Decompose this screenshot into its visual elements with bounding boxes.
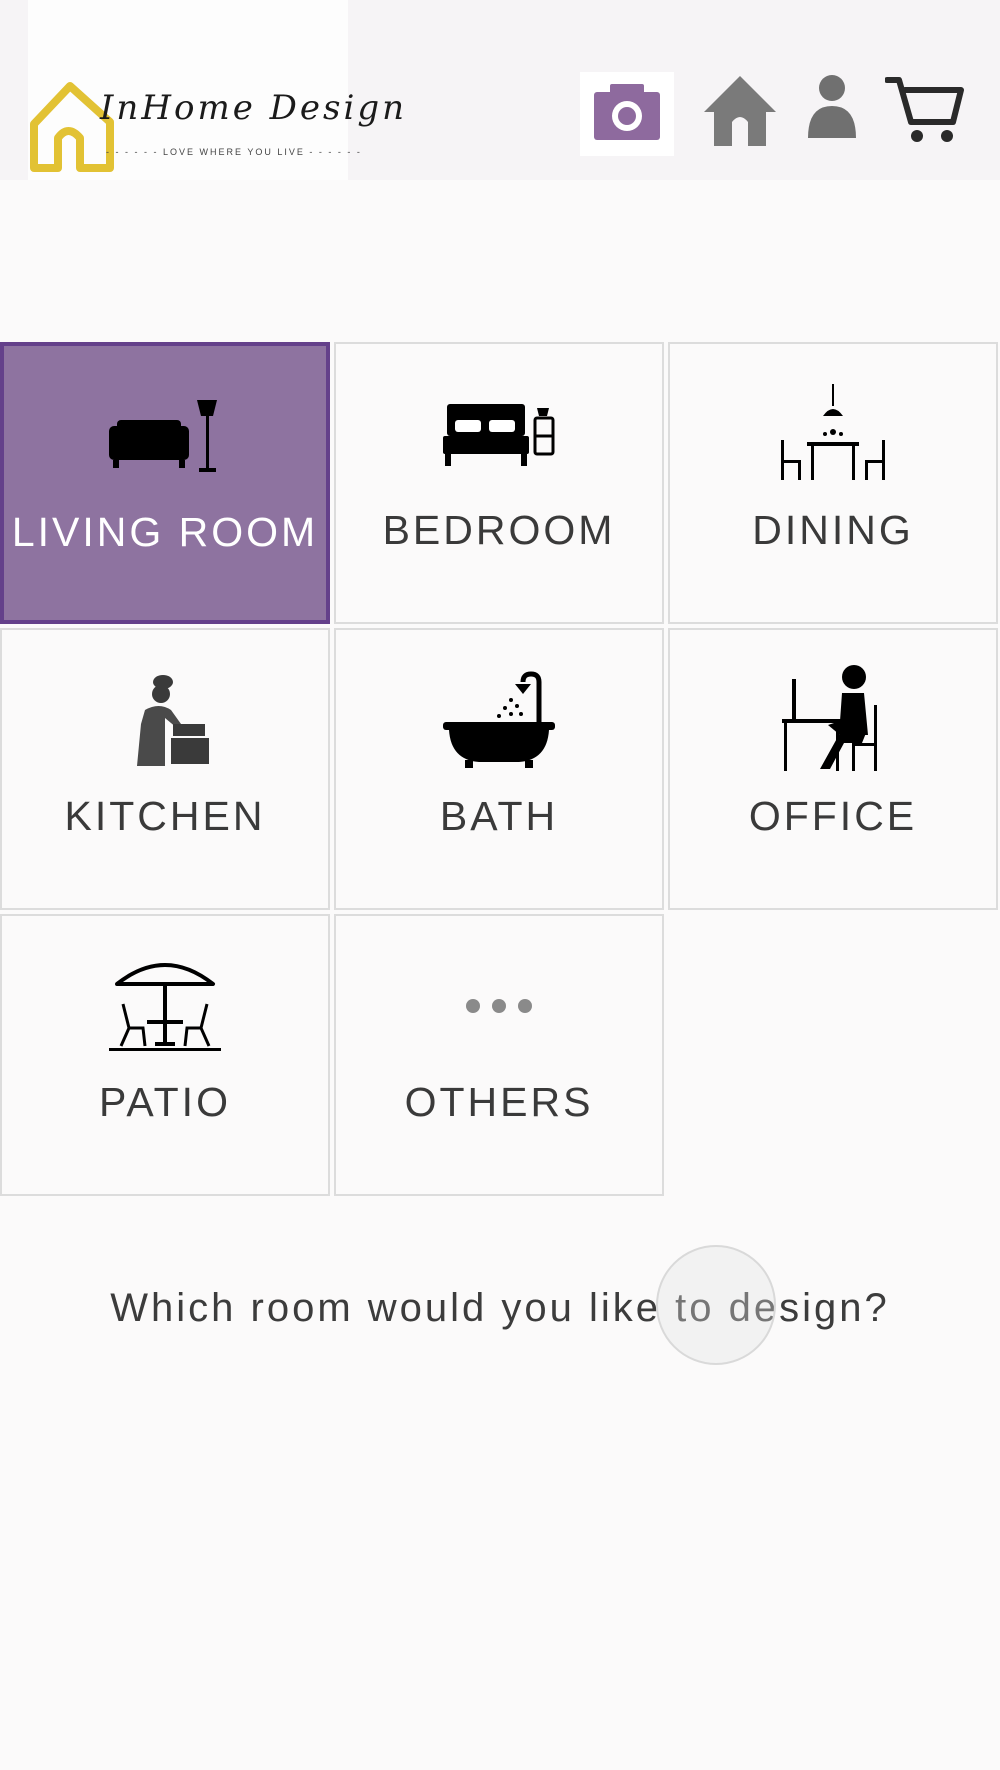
prompt-question: Which room would you like to design? [110,1286,890,1330]
home-icon [704,76,776,146]
camera-button[interactable] [580,72,674,156]
room-tile-patio[interactable]: PATIO [0,914,330,1196]
room-label: PATIO [99,1079,231,1125]
room-tile-dining[interactable]: DINING [668,342,998,624]
user-icon [808,75,856,138]
logo-tagline: - - - - - - LOVE WHERE YOU LIVE - - - - … [106,147,362,157]
camera-icon [594,84,660,140]
cart-button[interactable] [884,72,965,153]
room-tile-kitchen[interactable]: KITCHEN [0,628,330,910]
bathtub-icon [443,671,555,768]
room-tile-others[interactable]: OTHERS [334,914,664,1196]
logo-title: InHome Design [100,88,407,128]
app-header: InHome Design - - - - - - LOVE WHERE YOU… [0,0,1000,180]
touch-indicator [656,1245,776,1365]
room-label: OFFICE [748,793,918,839]
cart-icon [884,77,964,142]
umbrella-table-icon [109,963,221,1051]
room-label: DINING [752,507,914,553]
bed-icon [443,404,555,466]
home-button[interactable] [700,72,780,157]
dining-table-icon [781,384,885,480]
sofa-lamp-icon [109,400,217,472]
room-label: KITCHEN [64,793,266,839]
room-tile-office[interactable]: OFFICE [668,628,998,910]
room-label: BEDROOM [382,507,616,553]
room-tile-bath[interactable]: BATH [334,628,664,910]
account-button[interactable] [806,72,858,147]
room-label: OTHERS [404,1079,594,1125]
chef-icon [137,675,209,766]
ellipsis-icon [466,999,532,1013]
logo[interactable]: InHome Design - - - - - - LOVE WHERE YOU… [28,0,404,180]
desk-worker-icon [782,665,877,771]
room-label: LIVING ROOM [11,509,319,555]
room-tile-living-room[interactable]: LIVING ROOM [0,342,330,624]
room-tile-bedroom[interactable]: BEDROOM [334,342,664,624]
room-label: BATH [439,793,559,839]
